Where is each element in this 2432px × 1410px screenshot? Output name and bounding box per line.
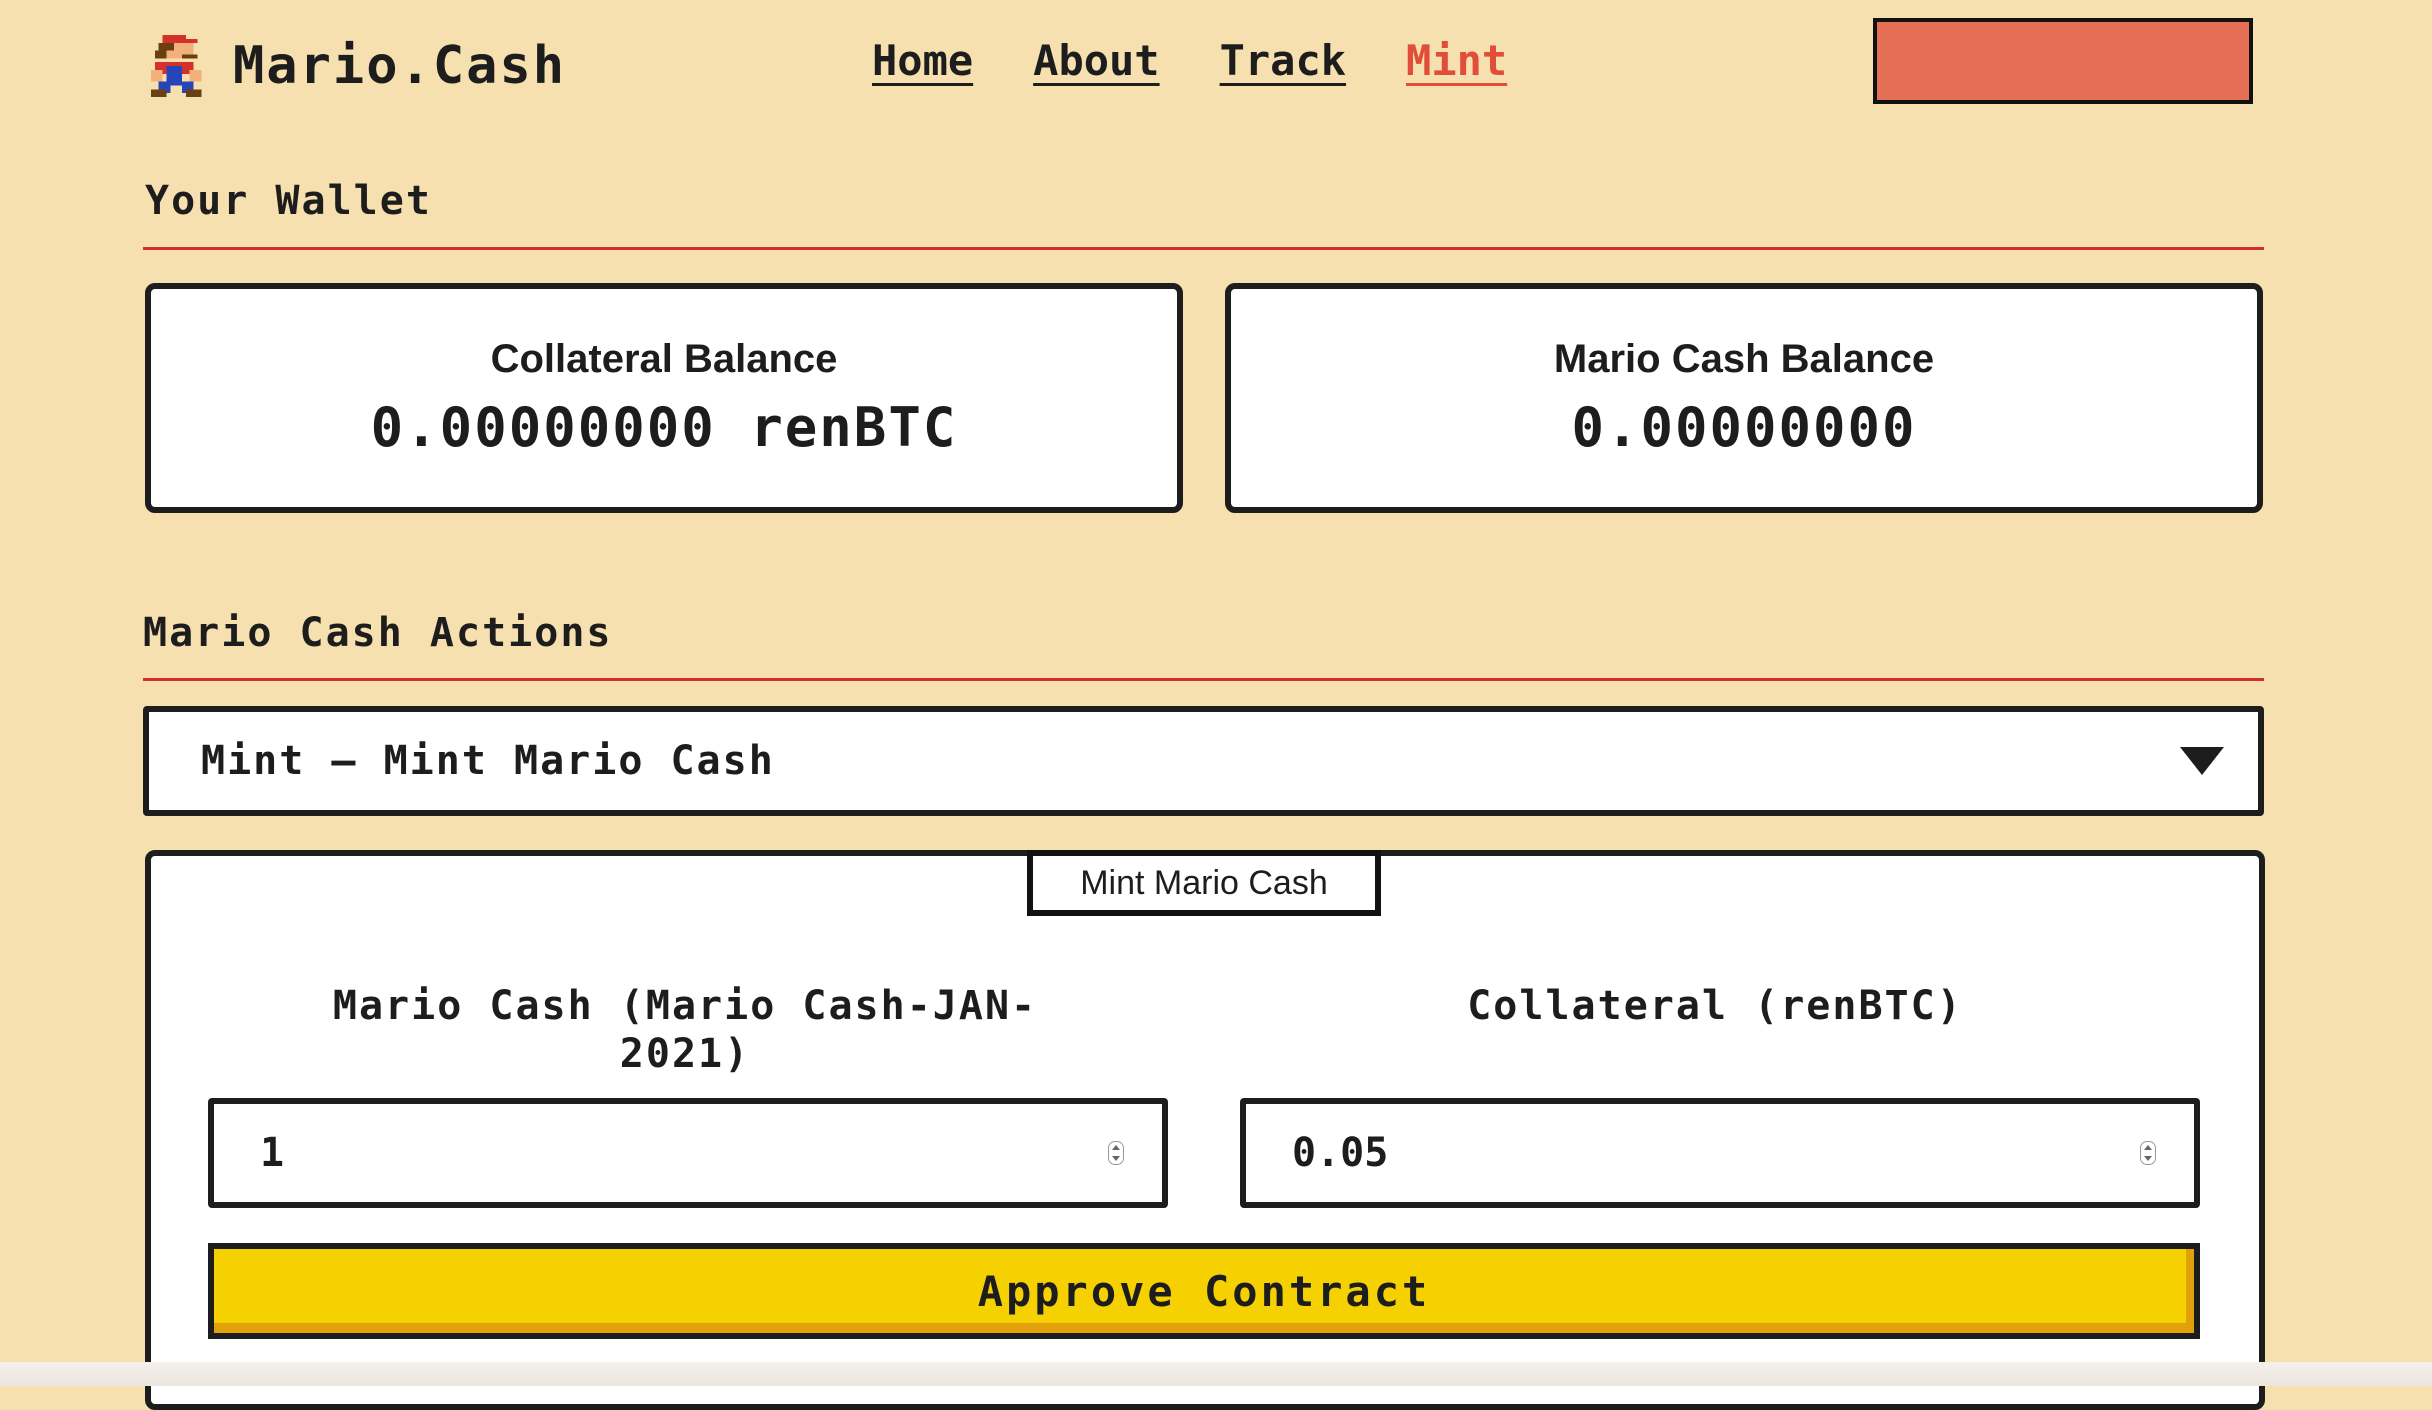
- nav-mint-link[interactable]: Mint: [1406, 36, 1507, 85]
- brand[interactable]: Mario.Cash: [145, 30, 566, 102]
- mint-form-legend: Mint Mario Cash: [1027, 850, 1381, 916]
- mario-cash-balance-card: Mario Cash Balance 0.00000000: [1225, 283, 2263, 513]
- collateral-amount-input[interactable]: [1290, 1129, 1987, 1177]
- caret-down-icon: [2180, 747, 2224, 775]
- action-select-value: Mint — Mint Mario Cash: [201, 738, 775, 784]
- mario-cash-balance-value: 0.00000000: [1571, 396, 1917, 459]
- mario-cash-amount-label: Mario Cash (Mario Cash-JAN-2021): [332, 983, 1038, 1077]
- mario-sprite-icon: [150, 35, 202, 97]
- nav-track-link[interactable]: Track: [1220, 36, 1346, 85]
- mario-cash-balance-label: Mario Cash Balance: [1553, 337, 1935, 381]
- mario-cash-amount-field[interactable]: [208, 1098, 1168, 1208]
- approve-contract-label: Approve Contract: [977, 1266, 1431, 1316]
- collateral-amount-field[interactable]: [1240, 1098, 2200, 1208]
- actions-divider: [143, 678, 2264, 681]
- collateral-balance-card: Collateral Balance 0.00000000 renBTC: [145, 283, 1183, 513]
- mario-cash-amount-input[interactable]: [258, 1129, 955, 1177]
- nav-about-link[interactable]: About: [1033, 36, 1159, 85]
- wallet-divider: [143, 247, 2264, 250]
- nav-home-link[interactable]: Home: [872, 36, 973, 85]
- wallet-section-title: Your Wallet: [145, 178, 432, 224]
- number-spinner-icon[interactable]: [2140, 1141, 2156, 1165]
- collateral-balance-label: Collateral Balance: [490, 337, 838, 381]
- brand-name: Mario.Cash: [233, 36, 567, 96]
- collateral-amount-label: Collateral (renBTC): [1467, 983, 1963, 1029]
- actions-section-title: Mario Cash Actions: [143, 610, 613, 656]
- collateral-balance-value: 0.00000000 renBTC: [370, 396, 958, 459]
- number-spinner-icon[interactable]: [1108, 1141, 1124, 1165]
- action-select[interactable]: Mint — Mint Mario Cash: [143, 706, 2264, 816]
- connect-wallet-button[interactable]: [1873, 18, 2253, 104]
- main-nav: Home About Track Mint: [872, 36, 1507, 85]
- page-bottom-edge: [0, 1362, 2432, 1386]
- approve-contract-button[interactable]: Approve Contract: [208, 1243, 2200, 1339]
